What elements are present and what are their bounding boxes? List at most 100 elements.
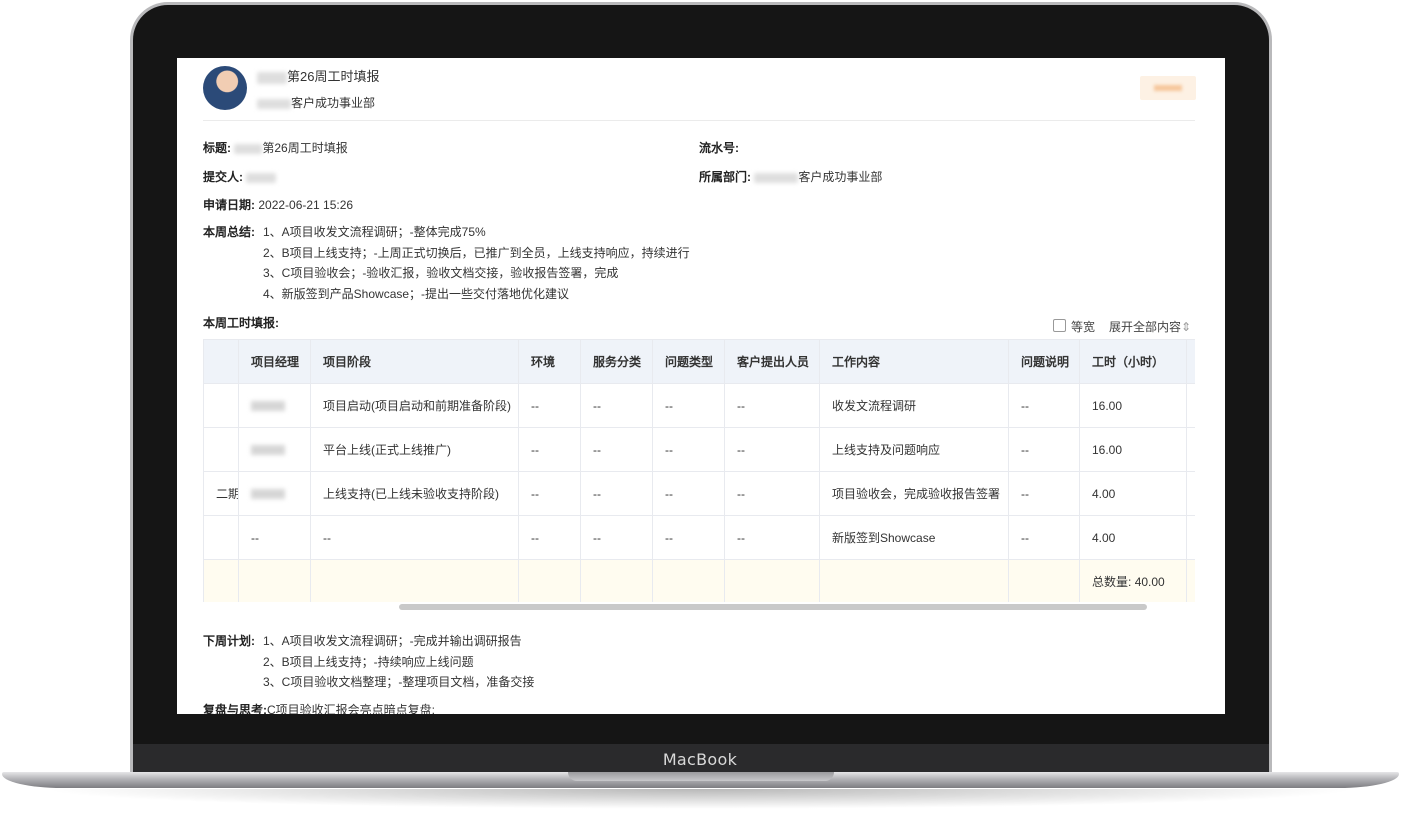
- info-department-label: 所属部门:: [699, 170, 751, 184]
- total-empty-cell: [238, 559, 311, 602]
- summary-label: 本周总结:: [203, 223, 255, 240]
- cell-manager: [238, 383, 311, 428]
- cell-extra: [1186, 427, 1195, 472]
- cell-stage: 上线支持(已上线未验收支持阶段): [310, 471, 519, 516]
- column-header: 工作内容: [819, 339, 1009, 384]
- summary-label-text: 本周总结:: [203, 225, 255, 239]
- cell-env: --: [518, 427, 581, 472]
- column-header: 问题类型: [652, 339, 725, 384]
- info-department-value: 客户成功事业部: [798, 170, 883, 184]
- total-empty-cell: [203, 559, 239, 602]
- redacted-dept-prefix: [257, 98, 291, 109]
- cell-issue-type: --: [652, 383, 725, 428]
- summary-line: 4、新版签到产品Showcase；-提出一些交付落地优化建议: [263, 287, 570, 301]
- cell-manager: [238, 471, 311, 516]
- column-header: 服务分类: [580, 339, 653, 384]
- laptop-notch: [568, 772, 834, 781]
- review-row: 复盘与思考:C项目验收汇报会亮点暗点复盘;: [203, 701, 435, 714]
- equal-width-checkbox[interactable]: [1053, 319, 1066, 332]
- cell-service: --: [580, 471, 653, 516]
- timesheet-table-container[interactable]: 项目经理 项目阶段 环境 服务分类 问题类型 客户提出人员 工作内容 问题说明 …: [203, 339, 1195, 602]
- cell-hours: 16.00: [1079, 427, 1187, 472]
- next-plan-label: 下周计划:: [203, 632, 255, 649]
- cell-issue-desc: --: [1008, 383, 1080, 428]
- header-department-text: 客户成功事业部: [291, 96, 376, 110]
- header-divider: [203, 120, 1195, 121]
- info-submitter: 提交人:: [203, 168, 277, 185]
- total-label: 总数量:: [1092, 575, 1132, 589]
- status-badge: [1140, 76, 1196, 100]
- cell-hours: 16.00: [1079, 383, 1187, 428]
- table-total-row: 总数量: 40.00: [203, 559, 1195, 602]
- table-row: 项目启动(项目启动和前期准备阶段) -- -- -- -- 收发文流程调研 --…: [203, 383, 1195, 428]
- info-title-value: 第26周工时填报: [262, 141, 348, 155]
- cell-service: --: [580, 515, 653, 560]
- column-header: 项目阶段: [310, 339, 519, 384]
- column-header: 项目经理: [238, 339, 311, 384]
- total-hours-cell: 总数量: 40.00: [1079, 559, 1187, 602]
- equal-width-label[interactable]: 等宽: [1071, 318, 1095, 335]
- table-header-row: 项目经理 项目阶段 环境 服务分类 问题类型 客户提出人员 工作内容 问题说明 …: [203, 339, 1195, 384]
- info-serial: 流水号:: [699, 139, 739, 156]
- cell-env: --: [518, 383, 581, 428]
- macbook-brand-label: MacBook: [662, 750, 738, 769]
- info-date: 申请日期: 2022-06-21 15:26: [203, 196, 353, 213]
- cell-stage: --: [310, 515, 519, 560]
- redacted-manager: [251, 401, 285, 412]
- total-empty-cell: [518, 559, 581, 602]
- redacted-manager: [251, 489, 285, 500]
- cell-issue-type: --: [652, 427, 725, 472]
- summary-line: 3、C项目验收会；-验收汇报，验收文档交接，验收报告签署，完成: [263, 266, 619, 280]
- total-empty-cell: [580, 559, 653, 602]
- cell-manager: --: [238, 515, 311, 560]
- redacted-name: [257, 71, 287, 84]
- column-header: 客户提出人员: [724, 339, 820, 384]
- next-plan-line: 3、C项目验收文档整理；-整理项目文档，准备交接: [263, 675, 535, 689]
- total-empty-cell: [724, 559, 820, 602]
- table-horizontal-scrollbar[interactable]: [399, 604, 1147, 610]
- expand-all-button[interactable]: 展开全部内容⇕: [1109, 318, 1191, 335]
- total-empty-cell: [310, 559, 519, 602]
- redacted-name: [234, 143, 263, 154]
- cell-env: --: [518, 471, 581, 516]
- cell-stage: 项目启动(项目启动和前期准备阶段): [310, 383, 519, 428]
- timesheet-label-text: 本周工时填报:: [203, 316, 279, 330]
- cell-project: [203, 515, 239, 560]
- total-value: 40.00: [1134, 575, 1165, 589]
- summary-line: 2、B项目上线支持；-上周正式切换后，已推广到全员，上线支持响应，持续进行: [263, 246, 690, 260]
- column-header-extra: [1186, 339, 1195, 384]
- cell-issue-desc: --: [1008, 515, 1080, 560]
- info-serial-label: 流水号:: [699, 141, 739, 155]
- cell-client-person: --: [724, 515, 820, 560]
- info-submitter-label: 提交人:: [203, 170, 243, 184]
- page-title: 第26周工时填报: [257, 66, 379, 85]
- next-plan-line: 2、B项目上线支持；-持续响应上线问题: [263, 655, 474, 669]
- cell-work-content: 上线支持及问题响应: [819, 427, 1009, 472]
- total-empty-cell: [1008, 559, 1080, 602]
- cell-manager: [238, 427, 311, 472]
- page-title-text: 第26周工时填报: [287, 69, 380, 84]
- info-title: 标题: 第26周工时填报: [203, 139, 348, 156]
- column-header-project: [203, 339, 239, 384]
- info-department: 所属部门: 客户成功事业部: [699, 168, 882, 185]
- column-header: 环境: [518, 339, 581, 384]
- cell-project: 二期: [203, 471, 239, 516]
- cell-client-person: --: [724, 383, 820, 428]
- cell-issue-type: --: [652, 515, 725, 560]
- cell-env: --: [518, 515, 581, 560]
- table-row: -- -- -- -- -- -- 新版签到Showcase -- 4.00: [203, 515, 1195, 560]
- redacted-manager: [251, 445, 285, 456]
- timesheet-label: 本周工时填报:: [203, 314, 279, 331]
- cell-issue-desc: --: [1008, 471, 1080, 516]
- cell-issue-type: --: [652, 471, 725, 516]
- cell-extra: [1186, 383, 1195, 428]
- cell-work-content: 项目验收会，完成验收报告签署: [819, 471, 1009, 516]
- cell-issue-desc: --: [1008, 427, 1080, 472]
- cell-service: --: [580, 427, 653, 472]
- redacted-dept-prefix: [754, 172, 799, 183]
- total-empty-cell: [1186, 559, 1195, 602]
- cell-extra: [1186, 471, 1195, 516]
- review-value: C项目验收汇报会亮点暗点复盘;: [267, 703, 436, 714]
- header-department: 客户成功事业部: [257, 94, 375, 111]
- cell-work-content: 收发文流程调研: [819, 383, 1009, 428]
